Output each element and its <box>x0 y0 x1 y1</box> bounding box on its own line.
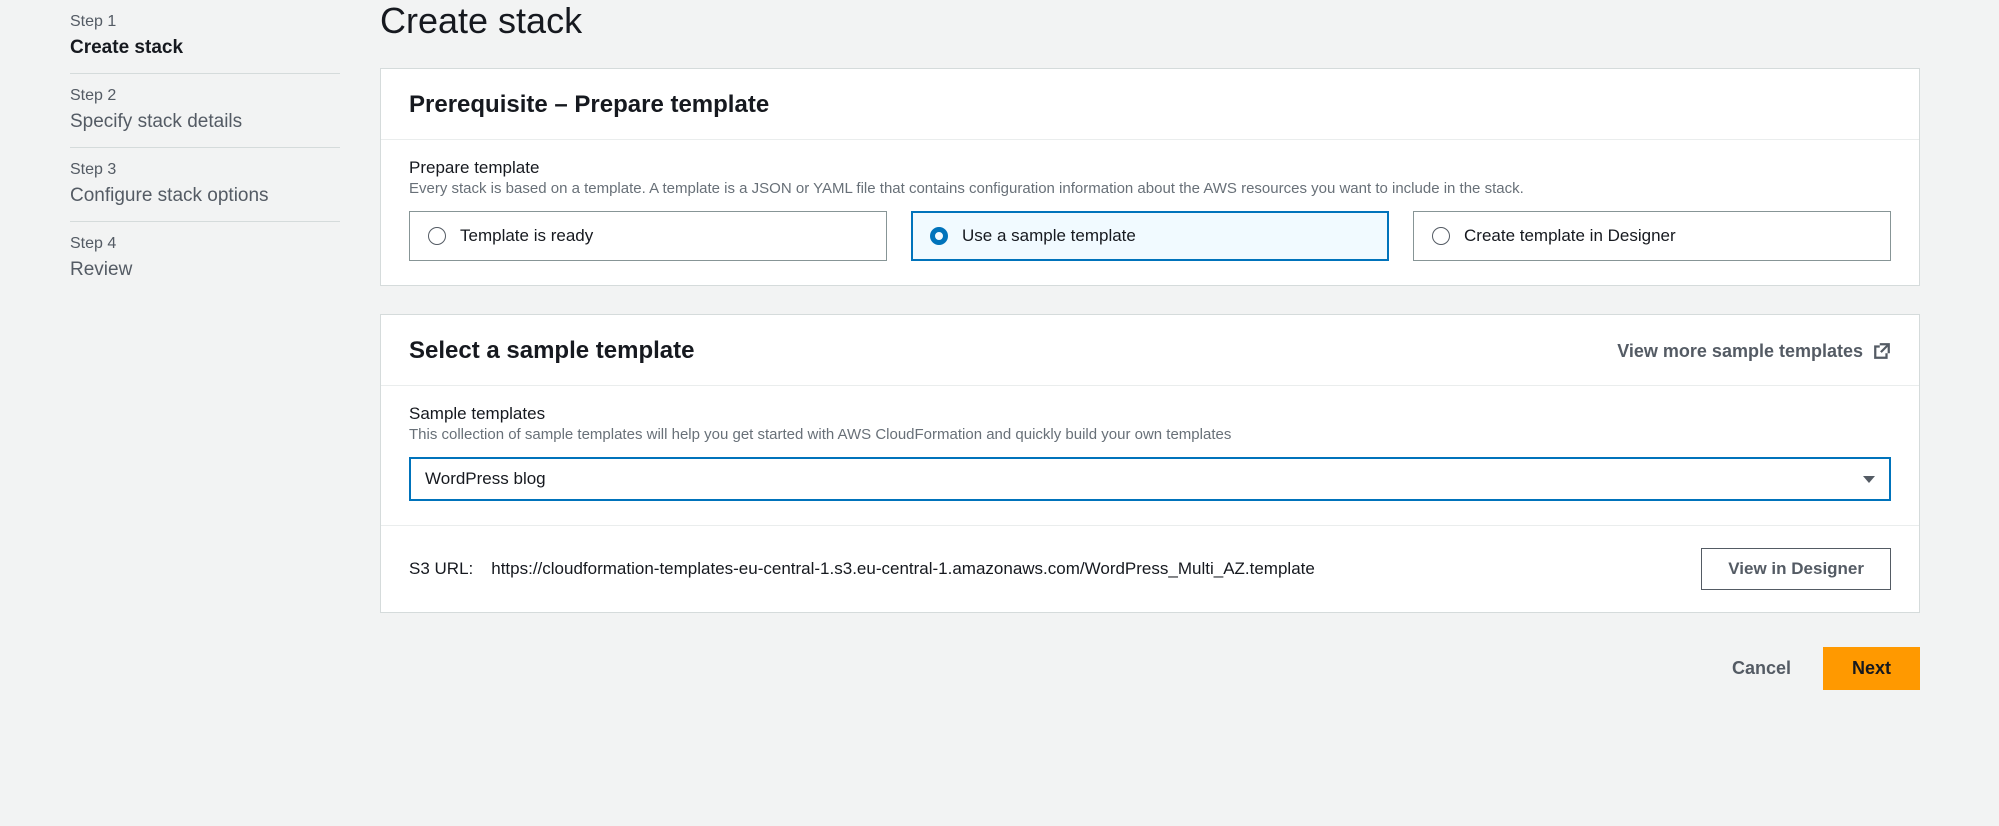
footer-actions: Cancel Next <box>380 641 1920 690</box>
step-label: Step 3 <box>70 161 340 179</box>
radio-use-sample-template[interactable]: Use a sample template <box>911 211 1389 261</box>
step-2[interactable]: Step 2 Specify stack details <box>70 74 340 148</box>
radio-label: Create template in Designer <box>1464 226 1676 246</box>
panel-heading: Prerequisite – Prepare template <box>409 91 769 119</box>
next-button[interactable]: Next <box>1823 647 1920 690</box>
panel-heading: Select a sample template <box>409 337 694 365</box>
field-description: Every stack is based on a template. A te… <box>409 180 1891 197</box>
view-in-designer-button[interactable]: View in Designer <box>1701 548 1891 590</box>
radio-create-in-designer[interactable]: Create template in Designer <box>1413 211 1891 261</box>
step-title: Review <box>70 259 340 281</box>
step-title: Create stack <box>70 37 340 59</box>
field-label: Sample templates <box>409 404 1891 424</box>
cancel-button[interactable]: Cancel <box>1720 648 1803 689</box>
radio-icon <box>930 227 948 245</box>
field-label: Prepare template <box>409 158 1891 178</box>
s3-url-row: S3 URL: https://cloudformation-templates… <box>381 525 1919 612</box>
step-4[interactable]: Step 4 Review <box>70 222 340 295</box>
radio-label: Use a sample template <box>962 226 1136 246</box>
sample-template-select[interactable]: WordPress blog <box>409 457 1891 501</box>
sample-template-select-wrap: WordPress blog <box>409 457 1891 501</box>
panel-body: Prepare template Every stack is based on… <box>381 140 1919 285</box>
panel-header: Prerequisite – Prepare template <box>381 69 1919 140</box>
external-link-icon <box>1873 342 1891 360</box>
step-title: Configure stack options <box>70 185 340 207</box>
step-title: Specify stack details <box>70 111 340 133</box>
radio-template-ready[interactable]: Template is ready <box>409 211 887 261</box>
step-3[interactable]: Step 3 Configure stack options <box>70 148 340 222</box>
view-more-templates-link[interactable]: View more sample templates <box>1617 341 1891 362</box>
s3-url-value: https://cloudformation-templates-eu-cent… <box>491 559 1315 579</box>
sample-template-panel: Select a sample template View more sampl… <box>380 314 1920 613</box>
prepare-template-radio-group: Template is ready Use a sample template … <box>409 211 1891 261</box>
radio-icon <box>428 227 446 245</box>
field-description: This collection of sample templates will… <box>409 426 1891 443</box>
main-content: Create stack Prerequisite – Prepare temp… <box>380 0 1960 826</box>
chevron-down-icon <box>1863 476 1875 483</box>
radio-label: Template is ready <box>460 226 593 246</box>
step-1[interactable]: Step 1 Create stack <box>70 0 340 74</box>
page-title: Create stack <box>380 0 1920 42</box>
step-label: Step 2 <box>70 87 340 105</box>
prerequisite-panel: Prerequisite – Prepare template Prepare … <box>380 68 1920 286</box>
s3-url-label: S3 URL: <box>409 559 473 579</box>
link-label: View more sample templates <box>1617 341 1863 362</box>
select-value: WordPress blog <box>425 469 546 489</box>
radio-icon <box>1432 227 1450 245</box>
panel-header: Select a sample template View more sampl… <box>381 315 1919 386</box>
wizard-steps-sidebar: Step 1 Create stack Step 2 Specify stack… <box>0 0 380 826</box>
panel-body: Sample templates This collection of samp… <box>381 386 1919 525</box>
step-label: Step 4 <box>70 235 340 253</box>
step-label: Step 1 <box>70 13 340 31</box>
